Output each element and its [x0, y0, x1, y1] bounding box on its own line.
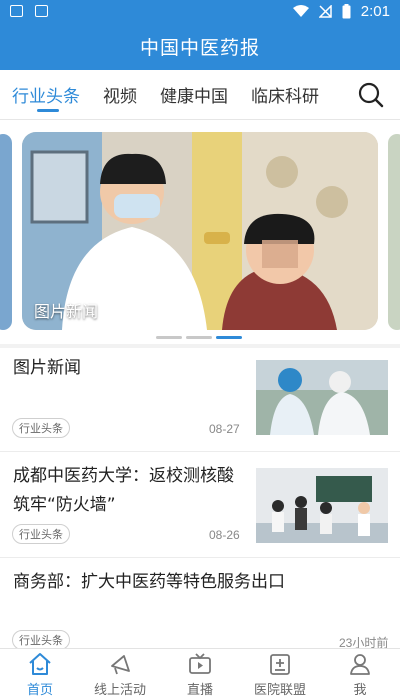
status-bar: 2:01: [0, 0, 400, 22]
news-title: 成都中医药大学：返校测核酸 筑牢“防火墙”: [13, 462, 234, 520]
tab-label: 行业头条: [12, 87, 80, 107]
news-title-line: 商务部：扩大中医药等特色服务出口: [13, 572, 285, 592]
list-item[interactable]: 图片新闻 行业头条 08-27: [0, 348, 400, 452]
news-title: 图片新闻: [13, 354, 81, 383]
font-notification-icon: [35, 5, 48, 17]
nav-me[interactable]: 我: [320, 649, 400, 699]
news-date: 08-27: [209, 422, 240, 436]
category-tag: 行业头条: [12, 630, 70, 650]
nav-live[interactable]: 直播: [160, 649, 240, 699]
wifi-icon: [292, 5, 309, 17]
banner-carousel: 图片新闻: [0, 120, 400, 344]
banner-slide[interactable]: 图片新闻: [22, 132, 378, 330]
news-thumbnail: [256, 360, 388, 435]
nav-home[interactable]: 首页: [0, 649, 80, 699]
tab-label: 临床科研: [251, 87, 319, 107]
app-title: 中国中医药报: [139, 36, 260, 59]
no-signal-icon: [318, 4, 332, 18]
nav-hospital-alliance[interactable]: 医院联盟: [240, 649, 320, 699]
news-date: 08-26: [209, 528, 240, 542]
carousel-dot: [186, 336, 212, 339]
news-title-line: 成都中医药大学：返校测核酸: [13, 466, 234, 486]
category-tabs: 行业头条 视频 健康中国 临床科研: [0, 70, 400, 120]
news-thumbnail: [256, 468, 388, 543]
person-icon: [350, 654, 370, 675]
category-tag: 行业头条: [12, 418, 70, 438]
image-notification-icon: [10, 5, 23, 17]
hospital-icon: [270, 654, 290, 675]
news-title-line: 图片新闻: [13, 358, 81, 378]
news-title-line: 筑牢“防火墙”: [13, 495, 116, 515]
tab-video[interactable]: 视频: [103, 70, 137, 120]
nav-label: 首页: [26, 683, 53, 698]
battery-icon: [342, 3, 351, 18]
carousel-indicator: [156, 336, 242, 339]
news-feed: 图片新闻 行业头条 08-27 成都中医药大学：返校测核酸 筑牢“防火墙” 行业…: [0, 348, 400, 650]
nav-label: 医院联盟: [253, 683, 306, 698]
tv-icon: [189, 653, 211, 674]
news-title: 商务部：扩大中医药等特色服务出口: [13, 568, 285, 597]
app-title-bar: 中国中医药报: [0, 22, 400, 70]
tab-industry-headlines[interactable]: 行业头条: [12, 70, 80, 120]
tab-label: 视频: [103, 87, 137, 107]
category-tag: 行业头条: [12, 524, 70, 544]
list-item[interactable]: 商务部：扩大中医药等特色服务出口 行业头条 23小时前: [0, 558, 400, 650]
bottom-navigation: 首页 线上活动 直播 医院联盟 我: [0, 648, 400, 699]
tab-clinical-research[interactable]: 临床科研: [251, 70, 319, 120]
banner-next-peek[interactable]: [388, 134, 400, 330]
carousel-dot-active: [216, 336, 242, 339]
home-icon: [29, 653, 51, 675]
banner-prev-peek[interactable]: [0, 134, 12, 330]
list-item[interactable]: 成都中医药大学：返校测核酸 筑牢“防火墙” 行业头条 08-26: [0, 452, 400, 558]
tab-healthy-china[interactable]: 健康中国: [160, 70, 228, 120]
nav-online-events[interactable]: 线上活动: [80, 649, 160, 699]
status-time: 2:01: [360, 2, 390, 20]
nav-label: 线上活动: [93, 683, 146, 698]
carousel-dot: [156, 336, 182, 339]
nav-label: 直播: [186, 683, 213, 698]
banner-caption: 图片新闻: [34, 302, 99, 321]
search-icon[interactable]: [358, 82, 384, 108]
tab-label: 健康中国: [160, 87, 228, 107]
megaphone-icon: [111, 655, 130, 675]
nav-label: 我: [353, 683, 367, 698]
